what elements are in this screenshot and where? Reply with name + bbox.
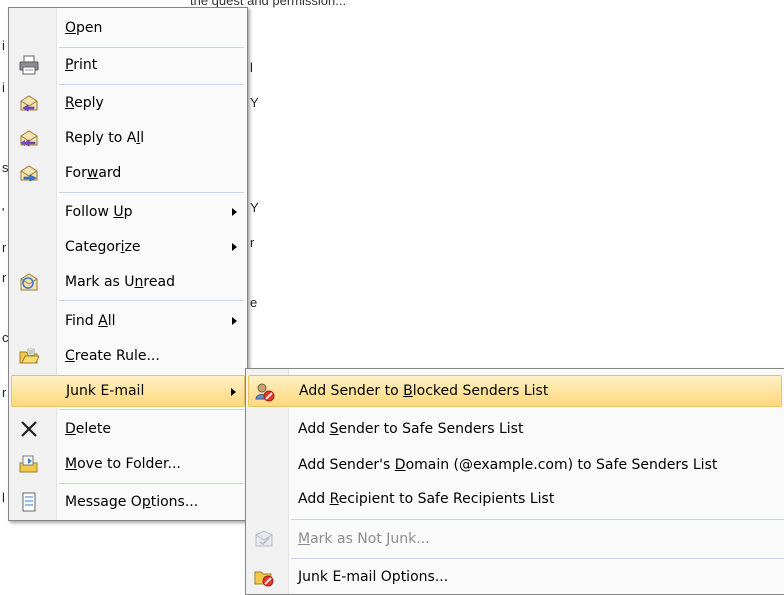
not-junk-icon [254, 529, 274, 549]
submenu-arrow-icon [232, 208, 237, 216]
printer-icon [19, 55, 39, 75]
submenu-arrow-icon [231, 388, 236, 396]
context-menu: Open Print Reply Reply to All Forward Fo… [8, 7, 248, 521]
menu-item-create-rule[interactable]: Create Rule... [11, 340, 245, 372]
junk-email-submenu: Add Sender to Blocked Senders List Add S… [245, 368, 784, 595]
menu-separator [59, 300, 244, 301]
menu-item-message-options[interactable]: Message Options... [11, 486, 245, 518]
menu-item-reply[interactable]: Reply [11, 87, 245, 119]
menu-item-junk-email[interactable]: Junk E-mail [11, 375, 245, 407]
menu-item-follow-up[interactable]: Follow Up [11, 196, 245, 228]
submenu-arrow-icon [232, 243, 237, 251]
background-fragment: Y [250, 95, 259, 110]
background-fragment: i [2, 38, 5, 53]
menu-separator [59, 192, 244, 193]
menu-item-forward[interactable]: Forward [11, 157, 245, 189]
background-fragment: r [2, 240, 7, 255]
menu-item-junk-email-options[interactable]: Junk E-mail Options... [248, 561, 782, 593]
mark-unread-icon [19, 272, 39, 292]
menu-separator [291, 519, 784, 520]
menu-item-delete[interactable]: Delete [11, 413, 245, 445]
create-rule-icon [19, 346, 39, 366]
background-fragment: ' [2, 205, 5, 220]
background-fragment: l [250, 60, 253, 75]
menu-item-add-to-blocked-senders[interactable]: Add Sender to Blocked Senders List [248, 375, 782, 407]
menu-item-mark-as-unread[interactable]: Mark as Unread [11, 266, 245, 298]
reply-icon [19, 93, 39, 113]
background-fragment: i [2, 80, 5, 95]
menu-separator [59, 84, 244, 85]
menu-item-open[interactable]: Open [11, 12, 245, 44]
message-options-icon [19, 492, 39, 512]
background-fragment: e [250, 295, 258, 310]
menu-item-print[interactable]: Print [11, 49, 245, 81]
menu-item-add-to-safe-recipients[interactable]: Add Recipient to Safe Recipients List [248, 483, 782, 515]
submenu-arrow-icon [232, 317, 237, 325]
delete-icon [19, 419, 39, 439]
junk-options-icon [254, 567, 274, 587]
menu-separator [59, 483, 244, 484]
menu-item-move-to-folder[interactable]: Move to Folder... [11, 448, 245, 480]
background-fragment: r [2, 385, 7, 400]
menu-item-find-all[interactable]: Find All [11, 305, 245, 337]
menu-separator [59, 47, 244, 48]
menu-item-add-domain-to-safe-senders[interactable]: Add Sender's Domain (@example.com) to Sa… [248, 449, 782, 481]
menu-separator [59, 409, 244, 410]
background-fragment: Y [250, 200, 259, 215]
background-fragment: r [2, 270, 7, 285]
menu-item-reply-to-all[interactable]: Reply to All [11, 122, 245, 154]
move-folder-icon [19, 454, 39, 474]
blocked-sender-icon [255, 382, 275, 402]
reply-all-icon [19, 128, 39, 148]
menu-item-categorize[interactable]: Categorize [11, 231, 245, 263]
menu-item-add-to-safe-senders[interactable]: Add Sender to Safe Senders List [248, 413, 782, 445]
background-fragment: l [2, 490, 5, 505]
background-fragment: r [250, 235, 255, 250]
menu-item-mark-as-not-junk[interactable]: Mark as Not Junk... [248, 523, 782, 555]
menu-separator [291, 558, 784, 559]
forward-icon [19, 163, 39, 183]
